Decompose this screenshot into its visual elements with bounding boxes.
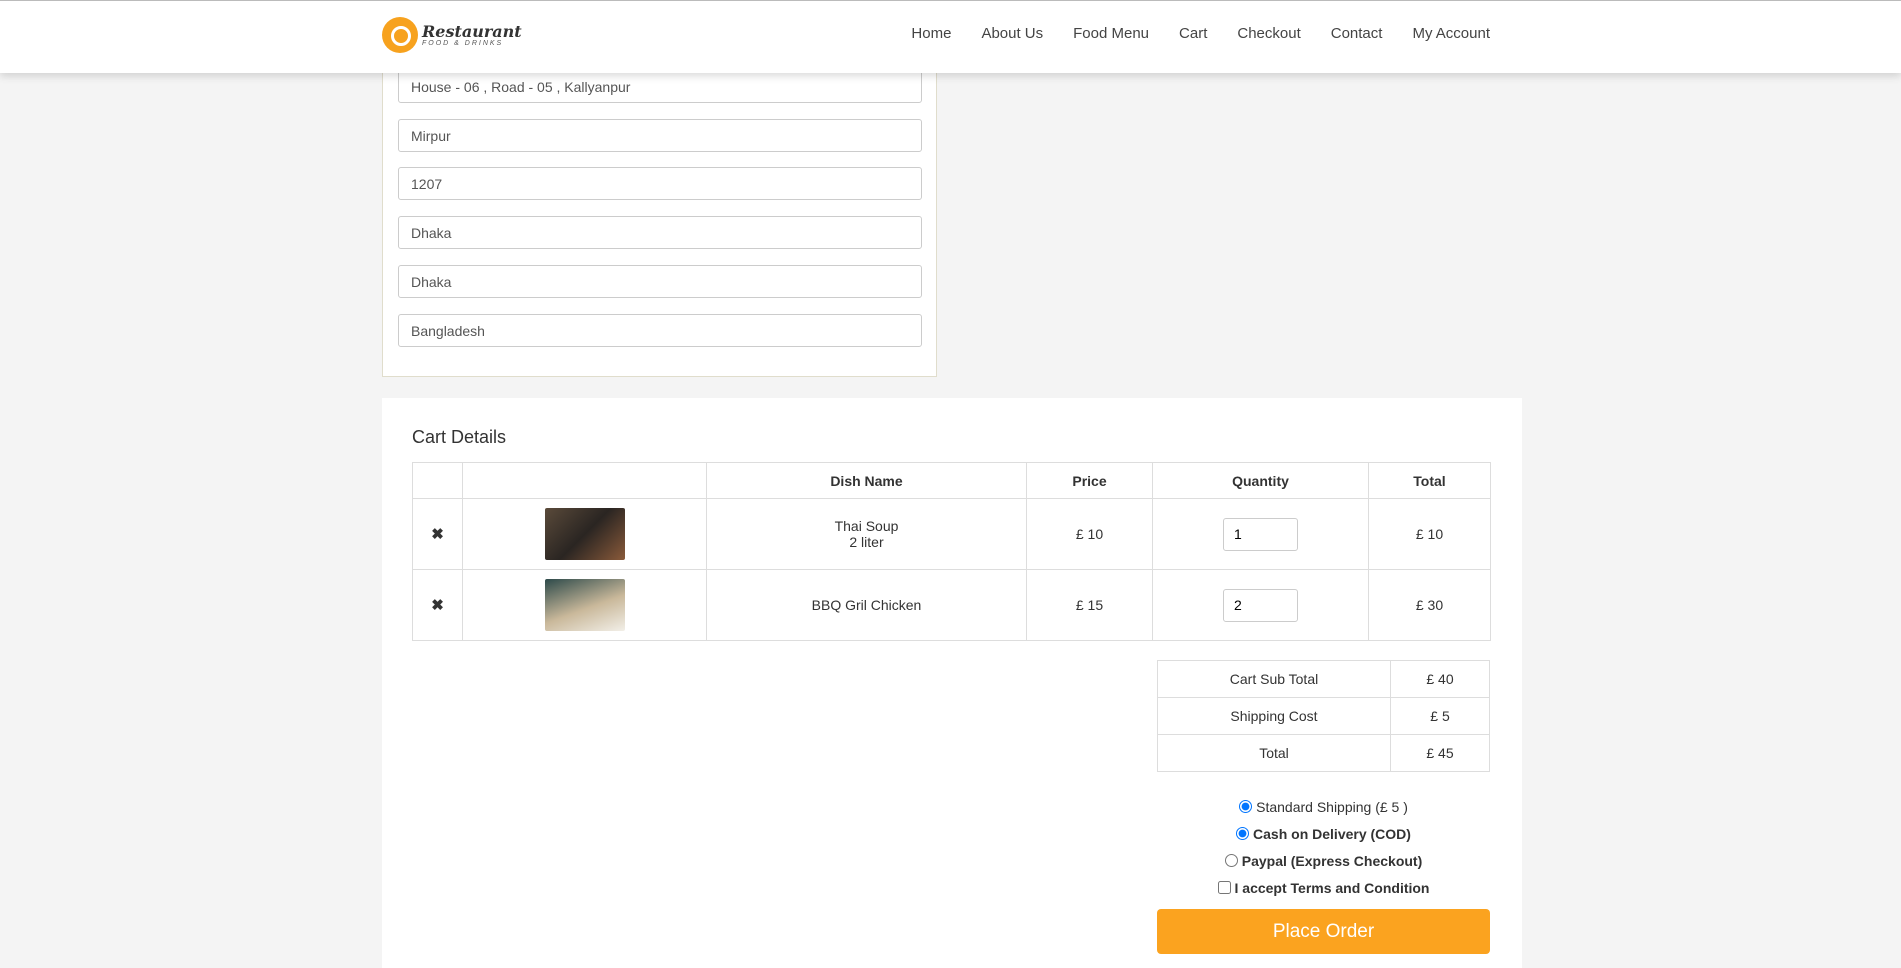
cart-details-section: Cart Details Dish Name Price Quantity To…	[382, 398, 1522, 968]
address-input[interactable]	[398, 70, 922, 103]
nav-contact[interactable]: Contact	[1331, 25, 1383, 42]
state-input[interactable]	[398, 265, 922, 298]
col-image	[462, 462, 707, 499]
nav-cart[interactable]: Cart	[1179, 25, 1207, 42]
line-total: £ 10	[1368, 498, 1491, 570]
col-price: Price	[1026, 462, 1153, 499]
paypal-option[interactable]: Paypal (Express Checkout)	[1157, 847, 1490, 874]
dish-name: BBQ Gril Chicken	[811, 597, 922, 613]
checkout-options: Standard Shipping (£ 5 ) Cash on Deliver…	[1157, 793, 1490, 901]
terms-label: I accept Terms and Condition	[1234, 879, 1430, 896]
nav-food-menu[interactable]: Food Menu	[1073, 25, 1149, 42]
area-input[interactable]	[398, 119, 922, 152]
shipping-value: £ 5	[1390, 697, 1490, 735]
standard-shipping-radio[interactable]	[1239, 800, 1253, 813]
table-row: ✖ Thai Soup2 liter £ 10 £ 10	[412, 498, 1491, 570]
cart-title: Cart Details	[412, 427, 507, 447]
terms-checkbox[interactable]	[1217, 881, 1231, 894]
subtotal-label: Cart Sub Total	[1157, 660, 1391, 698]
postcode-input[interactable]	[398, 167, 922, 200]
standard-shipping-option[interactable]: Standard Shipping (£ 5 )	[1157, 793, 1490, 820]
price: £ 10	[1026, 498, 1153, 570]
logo-subtitle: FOOD & DRINKS	[422, 39, 504, 47]
col-remove	[412, 462, 463, 499]
country-input[interactable]	[398, 314, 922, 347]
shipping-label: Shipping Cost	[1157, 697, 1391, 735]
header: Restaurant FOOD & DRINKS Home About Us F…	[0, 0, 1901, 73]
paypal-label: Paypal (Express Checkout)	[1241, 852, 1423, 869]
total-value: £ 45	[1390, 734, 1490, 772]
standard-shipping-label: Standard Shipping (£ 5 )	[1256, 798, 1408, 815]
city-input[interactable]	[398, 216, 922, 249]
quantity-input[interactable]	[1223, 517, 1298, 551]
total-label: Total	[1157, 734, 1391, 772]
terms-option[interactable]: I accept Terms and Condition	[1157, 874, 1490, 901]
logo-title: Restaurant	[422, 21, 522, 41]
nav-about[interactable]: About Us	[981, 25, 1043, 42]
table-row: ✖ BBQ Gril Chicken £ 15 £ 30	[412, 569, 1491, 641]
logo[interactable]: Restaurant FOOD & DRINKS	[382, 17, 522, 53]
subtotal-value: £ 40	[1390, 660, 1490, 698]
col-dish-name: Dish Name	[706, 462, 1027, 499]
col-total: Total	[1368, 462, 1491, 499]
place-order-button[interactable]: Place Order	[1157, 909, 1490, 954]
main-nav: Home About Us Food Menu Cart Checkout Co…	[911, 25, 1490, 42]
cod-radio[interactable]	[1236, 827, 1250, 840]
cart-table: Dish Name Price Quantity Total ✖ Thai So…	[412, 462, 1491, 641]
nav-my-account[interactable]: My Account	[1412, 25, 1490, 42]
dish-variant: 2 liter	[849, 534, 884, 550]
dish-name: Thai Soup	[834, 518, 899, 534]
cart-summary: Cart Sub Total £ 40 Shipping Cost £ 5 Tota…	[1157, 660, 1490, 772]
cod-label: Cash on Delivery (COD)	[1253, 825, 1411, 842]
price: £ 15	[1026, 569, 1153, 641]
cod-option[interactable]: Cash on Delivery (COD)	[1157, 820, 1490, 847]
nav-checkout[interactable]: Checkout	[1237, 25, 1300, 42]
col-quantity: Quantity	[1152, 462, 1369, 499]
nav-home[interactable]: Home	[911, 25, 951, 42]
remove-icon[interactable]: ✖	[431, 597, 444, 614]
dish-image	[544, 508, 625, 560]
remove-icon[interactable]: ✖	[431, 526, 444, 543]
quantity-input[interactable]	[1223, 588, 1298, 622]
address-form	[382, 40, 937, 377]
paypal-radio[interactable]	[1224, 854, 1238, 867]
dish-image	[544, 579, 625, 631]
line-total: £ 30	[1368, 569, 1491, 641]
logo-icon	[382, 17, 418, 53]
